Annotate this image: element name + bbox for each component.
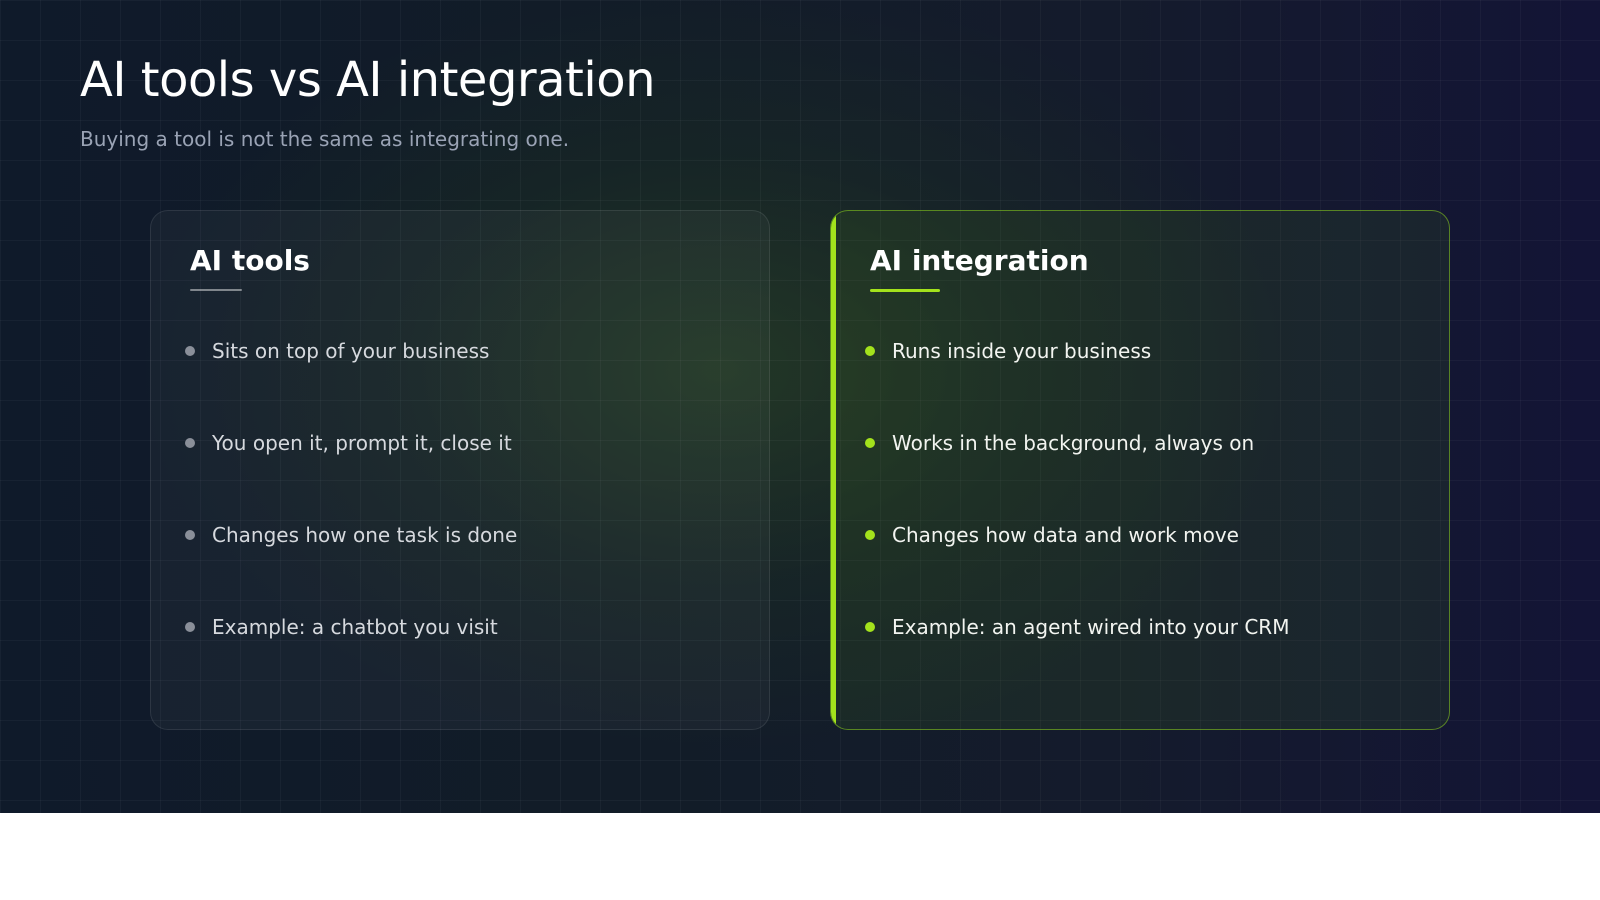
list-item-text: Works in the background, always on (892, 431, 1255, 455)
slide-title: AI tools vs AI integration (80, 52, 656, 108)
list-item: Sits on top of your business (185, 339, 517, 431)
list-item: Runs inside your business (865, 339, 1289, 431)
list-item: Changes how data and work move (865, 523, 1289, 615)
list-item-text: Example: a chatbot you visit (212, 615, 498, 639)
bullet-dot-icon (185, 438, 195, 448)
bullet-dot-icon (865, 530, 875, 540)
ai-integration-card-title: AI integration (870, 244, 1089, 277)
ai-integration-list: Runs inside your business Works in the b… (865, 339, 1289, 707)
ai-tools-card-title: AI tools (190, 244, 310, 277)
ai-tools-card: AI tools Sits on top of your business Yo… (150, 210, 770, 730)
bullet-dot-icon (865, 622, 875, 632)
list-item-text: Changes how data and work move (892, 523, 1239, 547)
ai-integration-card: AI integration Runs inside your business… (830, 210, 1450, 730)
accent-bar (831, 211, 836, 729)
list-item: Changes how one task is done (185, 523, 517, 615)
list-item: Example: an agent wired into your CRM (865, 615, 1289, 707)
list-item: Example: a chatbot you visit (185, 615, 517, 707)
bullet-dot-icon (865, 346, 875, 356)
ai-integration-title-underline (870, 289, 940, 292)
bullet-dot-icon (185, 346, 195, 356)
ai-tools-title-underline (190, 289, 242, 291)
ai-tools-list: Sits on top of your business You open it… (185, 339, 517, 707)
bullet-dot-icon (865, 438, 875, 448)
list-item: You open it, prompt it, close it (185, 431, 517, 523)
slide: AI tools vs AI integration Buying a tool… (0, 0, 1600, 813)
list-item-text: Runs inside your business (892, 339, 1152, 363)
list-item-text: Example: an agent wired into your CRM (892, 615, 1290, 639)
list-item-text: You open it, prompt it, close it (212, 431, 512, 455)
bullet-dot-icon (185, 622, 195, 632)
list-item-text: Changes how one task is done (212, 523, 518, 547)
slide-subtitle: Buying a tool is not the same as integra… (80, 127, 570, 151)
list-item-text: Sits on top of your business (212, 339, 490, 363)
bullet-dot-icon (185, 530, 195, 540)
list-item: Works in the background, always on (865, 431, 1289, 523)
